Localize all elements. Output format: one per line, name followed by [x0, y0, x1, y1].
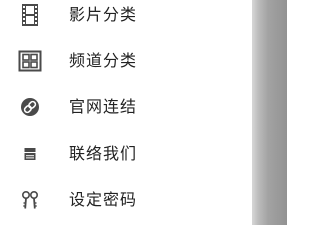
menu-item-film-categories[interactable]: 影片分类 [0, 0, 252, 32]
film-icon [18, 3, 42, 27]
contact-icon [18, 142, 42, 166]
drawer-shadow [252, 0, 287, 225]
menu-item-label: 联络我们 [69, 144, 138, 163]
menu-item-contact-us[interactable]: 联络我们 [0, 137, 252, 171]
menu-item-channel-categories[interactable]: 频道分类 [0, 44, 252, 78]
link-icon [18, 95, 42, 119]
menu-item-set-password[interactable]: 设定密码 [0, 183, 252, 217]
menu-item-label: 频道分类 [69, 51, 138, 70]
menu-item-label: 影片分类 [69, 5, 138, 24]
menu-item-label: 设定密码 [69, 190, 138, 209]
key-icon [18, 188, 42, 212]
menu-item-official-link[interactable]: 官网连结 [0, 90, 252, 124]
navigation-drawer: 影片分类 频道分类 官网连结 联络我们 设定密码 [0, 0, 252, 225]
menu-item-label: 官网连结 [69, 97, 138, 116]
grid-icon [18, 49, 42, 73]
